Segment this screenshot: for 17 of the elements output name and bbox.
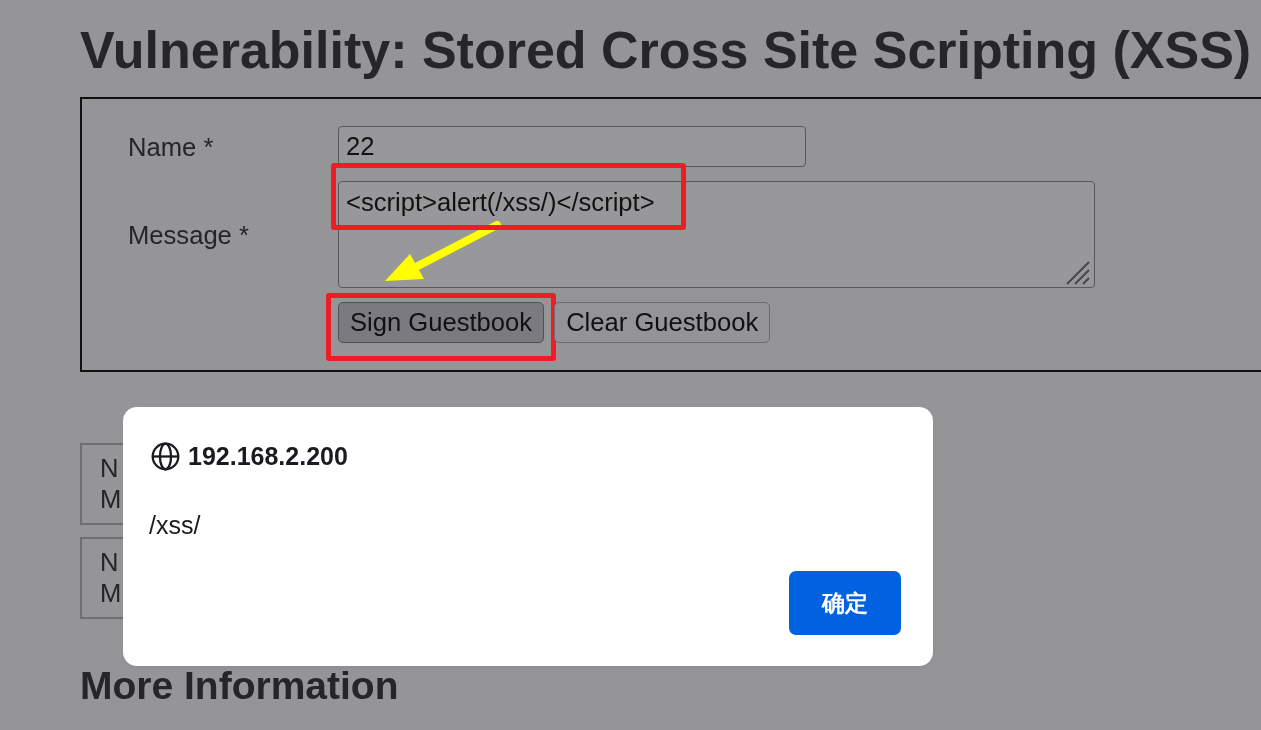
- dialog-message: /xss/: [149, 510, 201, 540]
- field-label: Name *: [128, 131, 214, 162]
- dialog-title: 192.168.2.200: [188, 442, 348, 471]
- globe-icon: [151, 442, 180, 471]
- form-button[interactable]: Sign Guestbook: [338, 302, 545, 343]
- resize-grip-icon: [1065, 260, 1090, 285]
- entry-text: N: [100, 453, 119, 484]
- field-label: Message *: [128, 219, 249, 250]
- page-title: Vulnerability: Stored Cross Site Scripting (XSS): [80, 20, 1253, 80]
- confirm-button[interactable]: 确定: [789, 571, 901, 635]
- text-field[interactable]: 22: [338, 126, 806, 167]
- entry-text: M: [100, 578, 122, 609]
- entry-text: M: [100, 484, 122, 515]
- section-heading: More Information: [80, 663, 399, 708]
- message-field[interactable]: <script>alert(/xss/)</script>: [338, 181, 1095, 288]
- form-button[interactable]: Clear Guestbook: [554, 302, 771, 343]
- entry-text: N: [100, 547, 119, 578]
